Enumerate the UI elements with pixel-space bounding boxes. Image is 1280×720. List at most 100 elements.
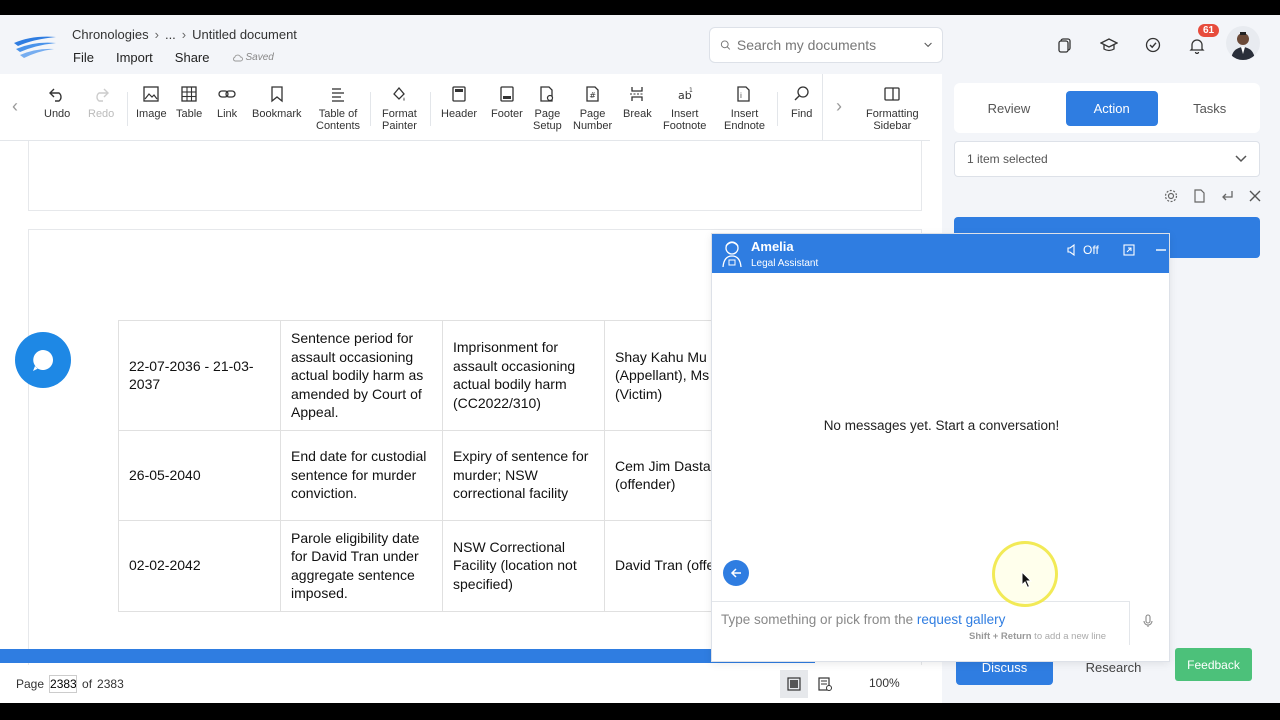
web-layout-button[interactable] bbox=[811, 670, 839, 698]
saved-label: Saved bbox=[245, 52, 274, 63]
toc-label: Table of Contents bbox=[316, 108, 361, 132]
search-box[interactable] bbox=[709, 27, 943, 63]
web-view-icon bbox=[818, 677, 832, 691]
print-layout-button[interactable] bbox=[780, 670, 808, 698]
insert-footnote-label: Insert Footnote bbox=[663, 108, 707, 132]
sound-toggle[interactable]: Off bbox=[1066, 243, 1099, 257]
request-gallery-link[interactable]: request gallery bbox=[917, 612, 1006, 627]
selection-dropdown[interactable]: 1 item selected bbox=[954, 141, 1260, 177]
breadcrumb-ellipsis[interactable]: ... bbox=[165, 27, 176, 42]
panel-tabs: Review Action Tasks bbox=[954, 83, 1260, 133]
chat-back-button[interactable] bbox=[723, 560, 749, 586]
format-painter-button[interactable]: Format Painter bbox=[382, 85, 417, 132]
panel-actions bbox=[1164, 189, 1262, 203]
support-chat-button[interactable] bbox=[15, 332, 71, 388]
check-circle-icon[interactable] bbox=[1143, 35, 1163, 55]
page-number-icon: # bbox=[585, 86, 599, 102]
header-label: Header bbox=[441, 108, 478, 120]
bell-icon[interactable]: 61 bbox=[1187, 24, 1220, 55]
page-number-button[interactable]: # Page Number bbox=[573, 85, 612, 132]
toolbar-divider bbox=[777, 92, 778, 126]
enter-icon[interactable] bbox=[1220, 189, 1234, 203]
tab-tasks[interactable]: Tasks bbox=[1173, 91, 1246, 126]
redo-icon bbox=[96, 88, 110, 102]
break-button[interactable]: Break bbox=[623, 85, 652, 120]
find-label: Find bbox=[791, 108, 813, 120]
horizontal-scrollbar[interactable] bbox=[0, 649, 815, 663]
table-of-contents-button[interactable]: Table of Contents bbox=[316, 85, 360, 132]
table-cell[interactable]: 26-05-2040 bbox=[118, 429, 281, 521]
chat-bubble-icon bbox=[33, 350, 53, 371]
breadcrumb: Chronologies › ... › Untitled document bbox=[72, 27, 297, 42]
break-label: Break bbox=[623, 108, 652, 120]
toolbar-divider bbox=[822, 74, 823, 141]
table-cell[interactable]: Expiry of sentence for murder; NSW corre… bbox=[442, 429, 605, 521]
image-button[interactable]: Image bbox=[136, 85, 167, 120]
search-input[interactable] bbox=[736, 37, 918, 53]
table-cell[interactable]: NSW Correctional Facility (location not … bbox=[442, 519, 605, 612]
table-row[interactable]: 26-05-2040 End date for custodial senten… bbox=[118, 429, 767, 521]
microphone-icon[interactable] bbox=[1142, 614, 1154, 628]
insert-endnote-button[interactable]: i Insert Endnote bbox=[724, 85, 765, 132]
chronology-table[interactable]: 22-07-2036 - 21-03-2037 Sentence period … bbox=[118, 320, 767, 612]
graduation-cap-icon[interactable] bbox=[1099, 35, 1119, 55]
table-cell[interactable]: 22-07-2036 - 21-03-2037 bbox=[118, 320, 281, 431]
arrow-left-icon bbox=[730, 568, 741, 578]
header-icon bbox=[452, 86, 466, 102]
bookmark-button[interactable]: Bookmark bbox=[252, 85, 302, 120]
footer-button[interactable]: Footer bbox=[491, 85, 523, 120]
table-cell[interactable]: Parole eligibility date for David Tran u… bbox=[280, 519, 443, 612]
expand-icon[interactable] bbox=[1123, 244, 1135, 256]
minimize-icon[interactable] bbox=[1155, 244, 1167, 256]
tab-review[interactable]: Review bbox=[968, 91, 1051, 126]
menu-import[interactable]: Import bbox=[116, 50, 153, 65]
user-avatar-icon bbox=[1231, 32, 1255, 60]
toolbar-divider bbox=[127, 92, 128, 126]
undo-button[interactable]: Undo bbox=[44, 85, 70, 120]
hint-text: to add a new line bbox=[1031, 631, 1107, 642]
insert-footnote-button[interactable]: ab 1 Insert Footnote bbox=[663, 85, 706, 132]
redo-button[interactable]: Redo bbox=[88, 85, 114, 120]
svg-text:i: i bbox=[740, 92, 742, 100]
avatar[interactable] bbox=[1226, 26, 1260, 60]
document-page[interactable] bbox=[28, 141, 922, 211]
table-cell[interactable]: Sentence period for assault occasioning … bbox=[280, 320, 443, 431]
assistant-avatar-icon bbox=[722, 241, 742, 268]
assistant-name: Amelia bbox=[751, 239, 794, 254]
header-button[interactable]: Header bbox=[441, 85, 477, 120]
close-icon[interactable] bbox=[1248, 189, 1262, 203]
page-number-input[interactable] bbox=[49, 675, 78, 693]
table-cell[interactable]: End date for custodial sentence for murd… bbox=[280, 429, 443, 521]
zoom-level[interactable]: 100% bbox=[869, 676, 900, 690]
document-icon[interactable] bbox=[1192, 189, 1206, 203]
menu-file[interactable]: File bbox=[73, 50, 94, 65]
app-window: Chronologies › ... › Untitled document F… bbox=[0, 15, 1280, 703]
table-cell[interactable]: Imprisonment for assault occasioning act… bbox=[442, 320, 605, 431]
table-row[interactable]: 22-07-2036 - 21-03-2037 Sentence period … bbox=[118, 320, 767, 431]
page-number-label: Page Number bbox=[573, 108, 613, 132]
redo-label: Redo bbox=[88, 108, 115, 120]
formatting-sidebar-button[interactable]: Formatting Sidebar bbox=[866, 85, 919, 132]
tab-action[interactable]: Action bbox=[1065, 90, 1158, 126]
menu-share[interactable]: Share bbox=[175, 50, 210, 65]
page-setup-label: Page Setup bbox=[533, 108, 562, 132]
table-button[interactable]: Table bbox=[176, 85, 202, 120]
table-cell[interactable]: 02-02-2042 bbox=[118, 519, 281, 612]
document-title[interactable]: Untitled document bbox=[192, 27, 297, 42]
toolbar-scroll-right-icon[interactable]: › bbox=[836, 96, 842, 117]
table-label: Table bbox=[176, 108, 203, 120]
feedback-button[interactable]: Feedback bbox=[1175, 648, 1252, 681]
breadcrumb-chronologies[interactable]: Chronologies bbox=[72, 27, 149, 42]
find-button[interactable]: Find bbox=[791, 85, 812, 120]
gear-icon[interactable] bbox=[1164, 189, 1178, 203]
page-setup-button[interactable]: Page Setup bbox=[533, 85, 562, 132]
formatting-sidebar-label: Formatting Sidebar bbox=[866, 108, 919, 132]
documents-icon[interactable] bbox=[1055, 35, 1075, 55]
sidebar-icon bbox=[884, 87, 900, 101]
table-icon bbox=[181, 86, 197, 102]
toolbar-scroll-left-icon[interactable]: ‹ bbox=[12, 96, 18, 117]
link-button[interactable]: Link bbox=[217, 85, 237, 120]
table-row[interactable]: 02-02-2042 Parole eligibility date for D… bbox=[118, 519, 767, 612]
app-logo-icon[interactable] bbox=[12, 33, 58, 59]
chevron-down-icon[interactable] bbox=[924, 41, 932, 49]
